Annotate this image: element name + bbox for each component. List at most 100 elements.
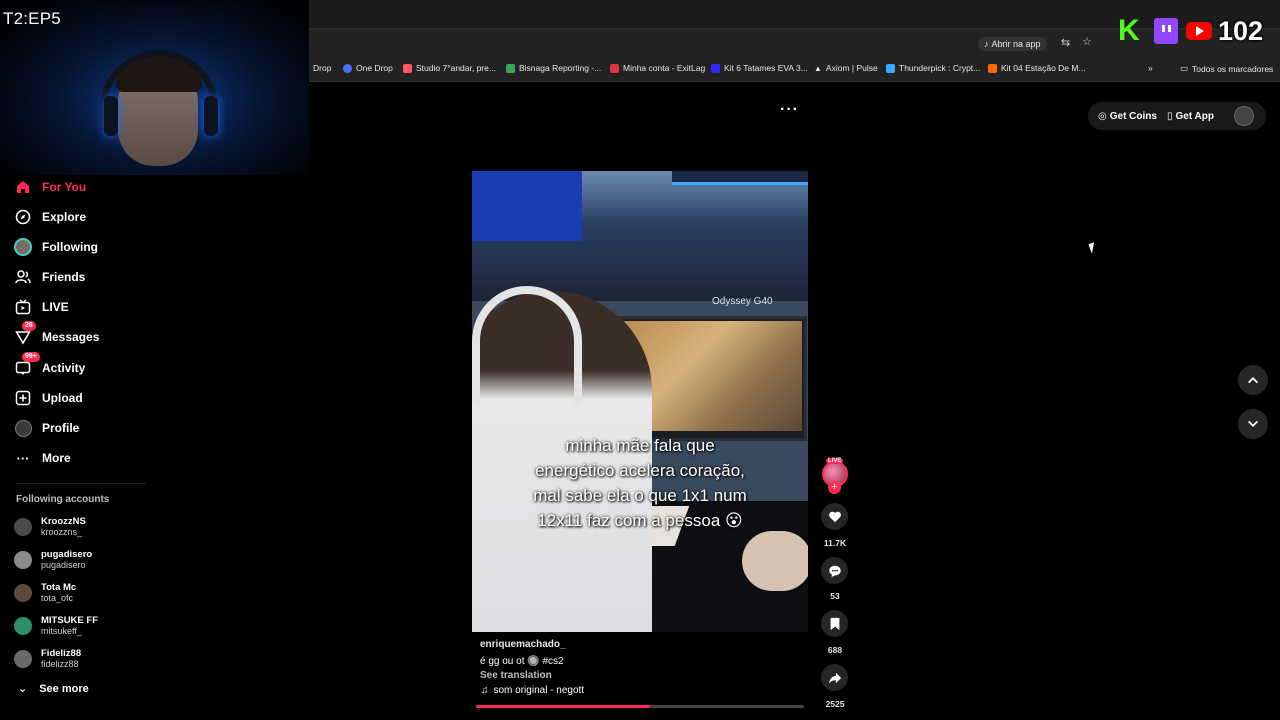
get-app-button[interactable]: ▯ Get App: [1167, 111, 1214, 122]
nav-label: LIVE: [42, 300, 69, 314]
bookmark-item[interactable]: Minha conta - ExitLag: [610, 63, 705, 73]
star-bookmark-icon[interactable]: ☆: [1082, 35, 1092, 48]
bookmark-label: Bisnaga Reporting -...: [519, 63, 602, 73]
kick-logo-icon: K: [1118, 14, 1140, 47]
nav-activity[interactable]: 99+ Activity: [14, 352, 86, 379]
account-name: pugadisero: [41, 549, 93, 560]
all-bookmarks-label: Todos os marcadores: [1192, 63, 1274, 74]
more-options-icon[interactable]: ···: [780, 101, 799, 119]
activity-icon: 99+: [14, 352, 40, 377]
follow-plus-icon[interactable]: +: [828, 481, 841, 494]
youtube-logo-icon: [1186, 22, 1212, 40]
following-avatar-icon: [14, 238, 32, 256]
bookmark-label: Studio 7°andar, pre...: [416, 63, 496, 73]
nav-friends[interactable]: Friends: [14, 266, 85, 288]
account-name: Fideliz88: [41, 648, 82, 659]
home-icon: [14, 178, 32, 196]
avatar: [14, 518, 32, 536]
phone-icon: ▯: [1166, 110, 1173, 122]
nav-live[interactable]: LIVE: [14, 296, 69, 318]
caption-line: energético acelera coração,: [535, 461, 745, 480]
nav-profile[interactable]: Profile: [14, 417, 79, 439]
bookmark-label: One Drop: [356, 63, 393, 73]
video-author[interactable]: enriquemachado_: [480, 639, 566, 650]
open-in-app-button[interactable]: ♪ Abrir na app: [978, 37, 1047, 51]
friends-icon: [14, 268, 32, 286]
get-app-label: Get App: [1175, 110, 1214, 122]
all-bookmarks-button[interactable]: ▭ Todos os marcadores: [1180, 63, 1273, 74]
bookmark-item[interactable]: Kit 04 Estação De M...: [988, 63, 1086, 73]
headset-ear-left: [104, 96, 118, 136]
like-button[interactable]: [821, 503, 848, 530]
bookmark-favicon-icon: [506, 63, 515, 73]
share-button[interactable]: [821, 664, 848, 691]
get-coins-button[interactable]: ◎ Get Coins: [1098, 111, 1157, 122]
upload-icon: [14, 389, 32, 407]
get-coins-label: Get Coins: [1109, 110, 1157, 122]
comment-icon: [828, 565, 841, 577]
bookmark-item[interactable]: Kit 6 Tatames EVA 3...: [711, 63, 808, 73]
comment-button[interactable]: [821, 557, 848, 584]
monitor-brand-label: Odyssey G40: [712, 296, 773, 307]
bookmark-item[interactable]: Drop: [313, 63, 331, 73]
sidebar-divider: [16, 483, 146, 484]
bookmark-item[interactable]: Bisnaga Reporting -...: [506, 63, 601, 73]
nav-more[interactable]: ··· More: [14, 447, 71, 469]
video-caption: minha mãe fala que energético acelera co…: [472, 433, 808, 533]
following-account-item[interactable]: KroozzNS kroozzns_: [14, 513, 154, 541]
avatar: [14, 650, 32, 668]
see-more-button[interactable]: ⌄ See more: [18, 682, 89, 696]
bookmarks-overflow-icon[interactable]: »: [1148, 63, 1153, 73]
folder-icon: ▭: [1180, 63, 1189, 73]
stream-overlay: K 102: [1118, 14, 1280, 48]
following-account-item[interactable]: MITSUKE FF mitsukeff_: [14, 612, 154, 640]
see-translation-link[interactable]: See translation: [480, 670, 552, 681]
bookmark-favicon-icon: [403, 63, 412, 73]
compass-icon: [14, 208, 32, 226]
bookmark-item[interactable]: One Drop: [343, 63, 393, 73]
header-actions: ◎ Get Coins ▯ Get App: [1088, 102, 1266, 130]
bookmark-item[interactable]: Studio 7°andar, pre...: [403, 63, 496, 73]
bookmark-label: Drop: [313, 63, 332, 73]
user-avatar[interactable]: [1234, 106, 1254, 126]
following-account-item[interactable]: pugadisero pugadisero: [14, 546, 154, 574]
bookmark-label: Kit 04 Estação De M...: [1001, 63, 1086, 73]
nav-label: Activity: [42, 361, 86, 375]
account-handle: mitsukeff_: [41, 626, 82, 636]
following-account-item[interactable]: Tota Mc tota_ofc: [14, 579, 154, 607]
nav-explore[interactable]: Explore: [14, 206, 86, 228]
nav-upload[interactable]: Upload: [14, 387, 83, 409]
bookmark-item[interactable]: ▲ Axiom | Pulse: [814, 63, 878, 73]
nav-label: Upload: [42, 391, 83, 405]
account-handle: kroozzns_: [41, 527, 83, 537]
save-button[interactable]: [821, 610, 848, 637]
nav-label: Profile: [42, 421, 80, 435]
video-hand: [742, 531, 808, 591]
video-progress-bar[interactable]: [476, 705, 804, 708]
account-handle: pugadisero: [41, 560, 86, 570]
avatar: [14, 584, 32, 602]
nav-for-you[interactable]: For You: [14, 176, 86, 198]
heart-icon: [828, 511, 841, 522]
bookmark-favicon-icon: [711, 63, 720, 73]
nav-following[interactable]: Following: [14, 236, 98, 258]
bookmark-label: Axiom | Pulse: [825, 63, 878, 73]
video-sound[interactable]: ♫ som original - negott: [481, 685, 584, 696]
caption-line: mal sabe ela o que 1x1 num: [533, 486, 747, 505]
headset-ear-right: [204, 96, 218, 136]
sound-label: som original - negott: [493, 685, 585, 696]
episode-label: T2:EP5: [3, 9, 61, 28]
nav-messages[interactable]: 26 Messages: [14, 321, 99, 348]
video-ceiling-lights: [672, 171, 808, 185]
live-badge: LIVE: [826, 458, 844, 464]
translate-icon[interactable]: ⇆: [1061, 36, 1070, 49]
comment-count: 53: [830, 591, 840, 601]
previous-video-button[interactable]: [1238, 365, 1268, 395]
video-player[interactable]: Odyssey G40: [472, 171, 808, 632]
coin-icon: ◎: [1098, 110, 1107, 122]
video-headphones: [472, 286, 582, 406]
bookmark-label: Minha conta - ExitLag: [623, 63, 706, 73]
following-account-item[interactable]: Fideliz88 fidelizz88: [14, 645, 154, 673]
bookmark-item[interactable]: Thunderpick : Crypt...: [886, 63, 980, 73]
next-video-button[interactable]: [1238, 409, 1268, 439]
